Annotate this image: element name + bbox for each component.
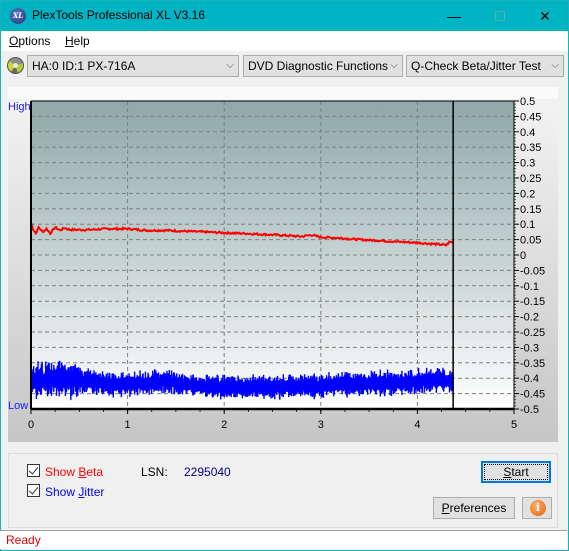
preferences-mnemonic: P: [441, 501, 450, 515]
status-text: Ready: [6, 533, 41, 547]
show-beta-label[interactable]: Show Beta: [45, 465, 103, 479]
y-tick-label: -0.45: [520, 389, 545, 401]
y-tick-label: -0.4: [520, 373, 539, 385]
info-icon: i: [530, 500, 546, 516]
x-tick-label: 2: [221, 419, 227, 431]
y-tick-label: 0.25: [520, 173, 541, 185]
lsn-value: 2295040: [184, 465, 231, 479]
y-tick-label: 0: [520, 250, 526, 262]
show-jitter-prefix: Show: [45, 485, 79, 499]
y-tick-label: -0.2: [520, 312, 539, 324]
y-tick-label: -0.1: [520, 281, 539, 293]
x-axis-ticks: 0 1 2 3 4 5: [28, 409, 517, 431]
y-tick-label: -0.5: [520, 404, 539, 416]
y-tick-label: 0.4: [520, 127, 535, 139]
show-jitter-rest: itter: [84, 485, 105, 499]
y-tick-label: -0.15: [520, 296, 545, 308]
y-tick-label: -0.25: [520, 327, 545, 339]
start-label: tart: [511, 465, 529, 479]
x-tick-label: 5: [511, 419, 517, 431]
start-button[interactable]: Start: [481, 461, 551, 483]
preferences-label: references: [449, 501, 507, 515]
x-tick-label: 0: [28, 419, 34, 431]
controls-panel: Show Beta Show Jitter LSN: 2295040 Start…: [8, 453, 558, 528]
x-tick-label: 4: [414, 419, 420, 431]
y-tick-label: 0.05: [520, 235, 541, 247]
status-bar: Ready: [0, 530, 567, 549]
y-tick-label: 0.3: [520, 158, 535, 170]
show-beta-prefix: Show: [45, 465, 79, 479]
y-axis-ticks: 0.5 0.45 0.4 0.35 0.3 0.25 0.2 0.15 0.1 0.05 0 -0.0…: [514, 96, 545, 416]
y-tick-label: -0.35: [520, 358, 545, 370]
y-tick-label: -0.3: [520, 342, 539, 354]
y-tick-label: 0.35: [520, 142, 541, 154]
lsn-label: LSN:: [141, 465, 168, 479]
x-tick-label: 3: [318, 419, 324, 431]
y-tick-label: 0.45: [520, 111, 541, 123]
preferences-button[interactable]: Preferences: [433, 497, 515, 519]
y-tick-label: -0.05: [520, 265, 545, 277]
y-tick-label: 0.2: [520, 188, 535, 200]
show-beta-rest: eta: [86, 465, 104, 479]
show-beta-checkbox[interactable]: [27, 464, 40, 477]
y-tick-label: 0.15: [520, 204, 541, 216]
y-tick-label: 0.5: [520, 96, 535, 108]
x-tick-label: 1: [125, 419, 131, 431]
show-jitter-checkbox[interactable]: [27, 484, 40, 497]
y-tick-label: 0.1: [520, 219, 535, 231]
show-jitter-label[interactable]: Show Jitter: [45, 485, 104, 499]
info-button[interactable]: i: [522, 497, 552, 519]
